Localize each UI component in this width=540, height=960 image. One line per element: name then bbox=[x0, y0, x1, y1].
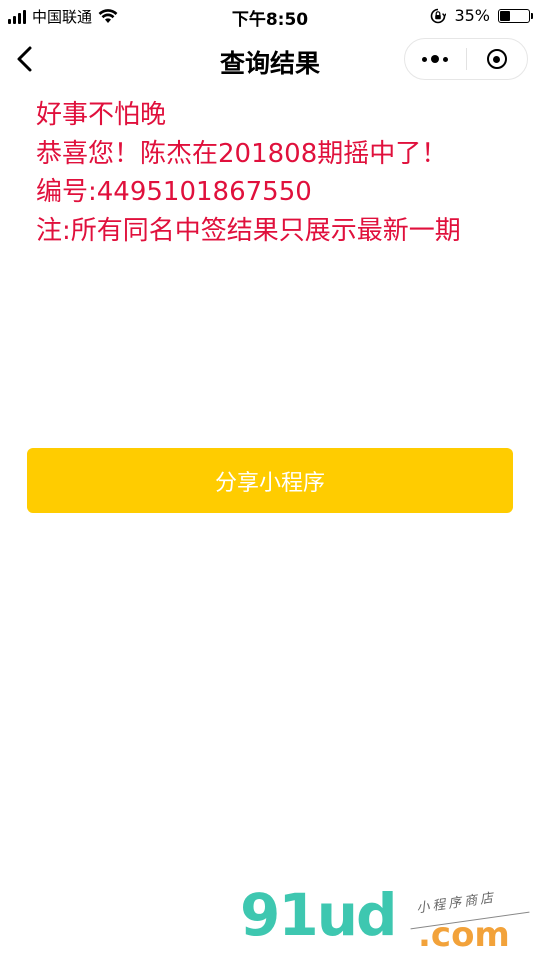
status-right: 35% bbox=[430, 6, 533, 25]
target-close-icon bbox=[486, 49, 507, 69]
watermark-tagline: 小程序商店 bbox=[415, 890, 497, 917]
nav-bar: 查询结果 bbox=[0, 32, 540, 86]
watermark-logo: 91ud bbox=[240, 881, 398, 949]
status-bar: 中国联通 下午8:50 35% bbox=[0, 0, 540, 32]
result-headline: 好事不怕晚 bbox=[36, 100, 167, 130]
share-miniprogram-button[interactable]: 分享小程序 bbox=[27, 448, 513, 513]
result-number: 编号:4495101867550 bbox=[36, 177, 312, 207]
watermark-domain: .com bbox=[418, 915, 510, 955]
result-message: 好事不怕晚 恭喜您！陈杰在201808期摇中了！ 编号:449510186755… bbox=[36, 96, 461, 250]
close-miniprogram-button[interactable] bbox=[467, 39, 528, 79]
result-congrats: 恭喜您！陈杰在201808期摇中了！ bbox=[36, 138, 448, 169]
more-dots-icon bbox=[422, 55, 449, 63]
battery-fill bbox=[500, 10, 510, 21]
battery-percent: 35% bbox=[454, 6, 490, 25]
watermark: 91ud 小程序商店 .com bbox=[240, 880, 540, 960]
battery-icon bbox=[498, 8, 533, 23]
orientation-lock-icon bbox=[431, 8, 447, 23]
miniprogram-capsule bbox=[404, 38, 528, 80]
more-button[interactable] bbox=[405, 39, 466, 79]
result-note: 注:所有同名中签结果只展示最新一期 bbox=[36, 215, 461, 246]
screen: 中国联通 下午8:50 35% 查询结果 好事不怕晚 恭喜您！陈杰在201808… bbox=[0, 0, 540, 960]
